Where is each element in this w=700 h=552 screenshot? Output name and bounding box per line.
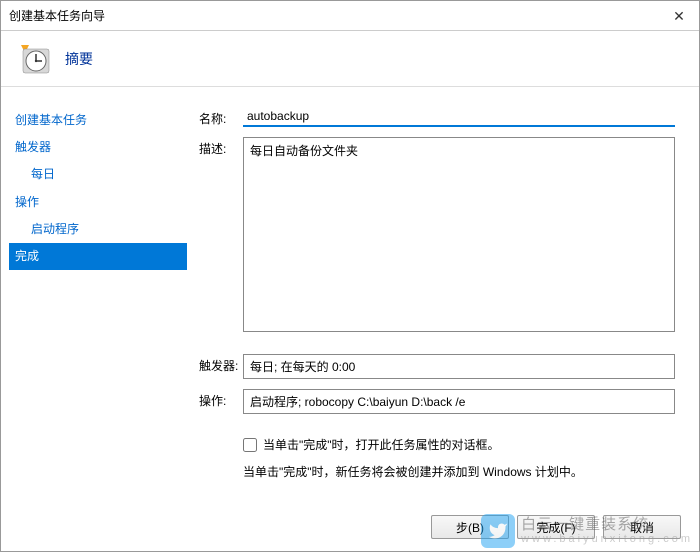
wizard-window: 创建基本任务向导 ✕ 摘要 创建基本任务 触发器 每日 操作 启动程序 完成: [0, 0, 700, 552]
content-area: 创建基本任务 触发器 每日 操作 启动程序 完成 名称: 描述: 触发器: 每日…: [1, 87, 699, 503]
action-row: 操作: 启动程序; robocopy C:\baiyun D:\back /e: [199, 389, 675, 414]
name-row: 名称:: [199, 107, 675, 127]
wizard-footer: 步(B) 完成(F) 取消: [1, 503, 699, 551]
page-title: 摘要: [65, 49, 93, 69]
sidebar-item-action[interactable]: 操作: [9, 189, 187, 216]
info-text: 当单击"完成"时，新任务将会被创建并添加到 Windows 计划中。: [199, 463, 675, 480]
main-panel: 名称: 描述: 触发器: 每日; 在每天的 0:00 操作: 启动程序; rob…: [187, 107, 675, 503]
open-properties-checkbox[interactable]: [243, 438, 257, 452]
sidebar-item-finish[interactable]: 完成: [9, 243, 187, 270]
action-label: 操作:: [199, 389, 243, 409]
sidebar-item-trigger[interactable]: 触发器: [9, 134, 187, 161]
desc-textarea[interactable]: [243, 137, 675, 332]
finish-button[interactable]: 完成(F): [517, 515, 595, 539]
back-button[interactable]: 步(B): [431, 515, 509, 539]
sidebar-item-start-program[interactable]: 启动程序: [9, 216, 187, 243]
open-properties-label: 当单击"完成"时，打开此任务属性的对话框。: [263, 436, 500, 453]
action-value: 启动程序; robocopy C:\baiyun D:\back /e: [243, 389, 675, 414]
wizard-sidebar: 创建基本任务 触发器 每日 操作 启动程序 完成: [9, 107, 187, 503]
close-icon: ✕: [673, 8, 685, 25]
trigger-value: 每日; 在每天的 0:00: [243, 354, 675, 379]
sidebar-item-daily[interactable]: 每日: [9, 161, 187, 188]
name-input[interactable]: [243, 107, 675, 127]
wizard-header: 摘要: [1, 31, 699, 87]
window-title: 创建基本任务向导: [9, 7, 105, 24]
cancel-button[interactable]: 取消: [603, 515, 681, 539]
open-properties-row: 当单击"完成"时，打开此任务属性的对话框。: [199, 436, 675, 453]
titlebar: 创建基本任务向导 ✕: [1, 1, 699, 31]
scheduler-icon: [19, 43, 51, 75]
sidebar-item-create-task[interactable]: 创建基本任务: [9, 107, 187, 134]
name-label: 名称:: [199, 107, 243, 127]
desc-row: 描述:: [199, 137, 675, 332]
trigger-label: 触发器:: [199, 354, 243, 374]
close-button[interactable]: ✕: [659, 1, 699, 31]
desc-label: 描述:: [199, 137, 243, 157]
trigger-row: 触发器: 每日; 在每天的 0:00: [199, 354, 675, 379]
